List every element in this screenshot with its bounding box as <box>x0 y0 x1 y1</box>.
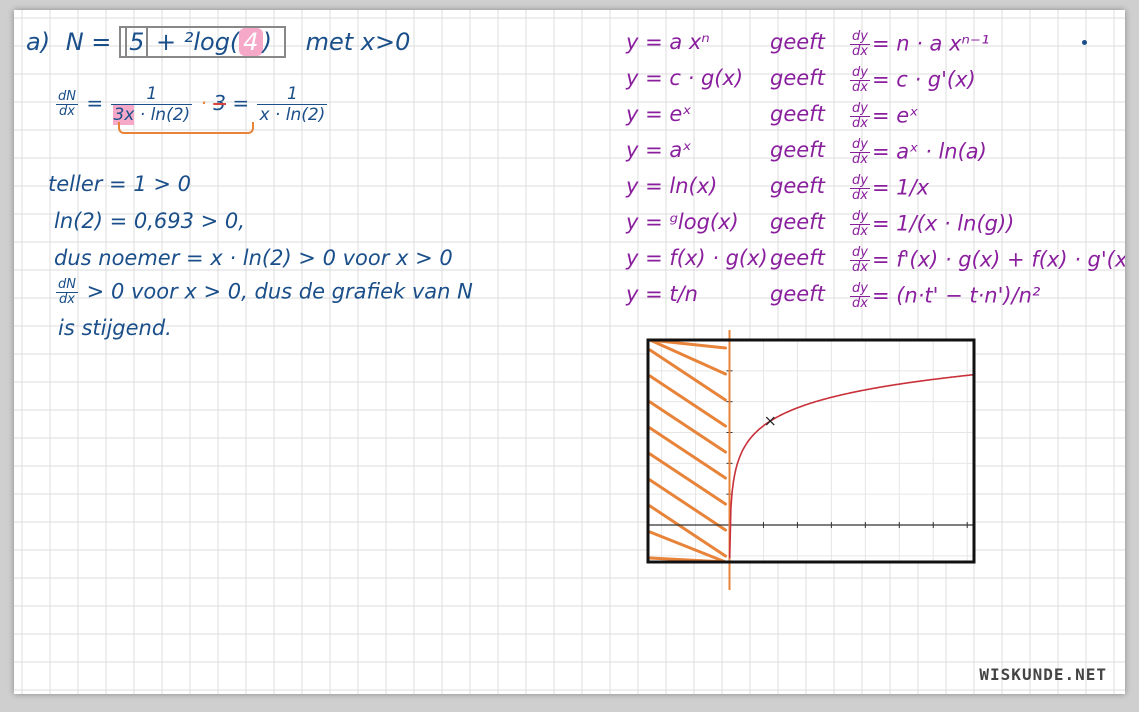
derivative-line: dN dx = 1 3x · ln(2) · 3 = 1 x · ln(2) <box>54 84 329 125</box>
rule-derivative: dy dx = c · g'(x) <box>848 66 976 95</box>
dN-dx-symbol-2: dN dx <box>56 277 78 307</box>
rule-row: y = c · g(x) geeft dy dx = c · g'(x) <box>626 66 1116 100</box>
rule-result: = n · a xⁿ⁻¹ <box>871 31 990 56</box>
rule-row: y = aˣ geeft dy dx = aˣ · ln(a) <box>626 138 1116 172</box>
fraction-1: 1 3x · ln(2) <box>111 84 193 125</box>
equals-1: = <box>86 91 104 115</box>
dN-dx-symbol: dN dx <box>56 89 78 119</box>
analysis-line-3: dus noemer = x · ln(2) > 0 voor x > 0 <box>54 246 453 270</box>
dy-dx-symbol: dy dx <box>850 137 870 167</box>
rule-function: y = ln(x) <box>626 174 718 198</box>
rule-derivative: dy dx = 1/x <box>848 174 929 203</box>
rule-row: y = eˣ geeft dy dx = eˣ <box>626 102 1116 136</box>
times-dot: · <box>200 91 207 115</box>
graph-of-N <box>646 330 976 590</box>
rule-geeft: geeft <box>770 102 825 126</box>
rule-derivative: dy dx = 1/(x · ln(g)) <box>848 210 1014 239</box>
dot-mark <box>1082 40 1087 45</box>
dy-dx-symbol: dy dx <box>850 65 870 95</box>
rule-geeft: geeft <box>770 138 825 162</box>
rule-function: y = f(x) · g(x) <box>626 246 768 270</box>
dy-dx-symbol: dy dx <box>850 101 870 131</box>
rule-result: = (n·t' − t·n')/n² <box>871 283 1041 308</box>
rule-derivative: dy dx = n · a xⁿ⁻¹ <box>848 30 989 59</box>
domain-condition: met x>0 <box>305 28 411 56</box>
rule-derivative: dy dx = aˣ · ln(a) <box>848 138 987 167</box>
log-argument: 4 <box>239 28 263 56</box>
rule-derivative: dy dx = f'(x) · g(x) + f(x) · g'(x) <box>848 246 1125 275</box>
rule-geeft: geeft <box>770 66 825 90</box>
fraction-2: 1 x · ln(2) <box>257 84 328 125</box>
dy-dx-symbol: dy dx <box>850 245 870 275</box>
derivative-rules-table: y = a xⁿ geeft dy dx = n · a xⁿ⁻¹ y = c · g(x… <box>626 30 1125 320</box>
log-close: ) <box>262 28 272 56</box>
rule-result: = f'(x) · g(x) + f(x) · g'(x) <box>871 247 1125 272</box>
dy-dx-symbol: dy dx <box>850 209 870 239</box>
rule-geeft: geeft <box>770 30 825 54</box>
analysis-line-1: teller = 1 > 0 <box>48 172 191 196</box>
watermark-logo: WISKUNDE.NET <box>979 665 1107 684</box>
equals-2: = <box>232 91 250 115</box>
term-5: 5 <box>125 26 149 58</box>
whiteboard: a) N = 5 + ²log(4) met x>0 dN dx = 1 3x … <box>14 10 1125 694</box>
rule-geeft: geeft <box>770 210 825 234</box>
rule-geeft: geeft <box>770 246 825 270</box>
rule-function: y = ᵍlog(x) <box>626 210 739 234</box>
rule-derivative: dy dx = eˣ <box>848 102 918 131</box>
analysis-line-5: is stijgend. <box>58 316 172 340</box>
rule-result: = eˣ <box>871 103 919 128</box>
rule-geeft: geeft <box>770 174 825 198</box>
log-term: + ²log( <box>155 28 240 56</box>
rule-row: y = f(x) · g(x) geeft dy dx = f'(x) · g(x) +… <box>626 246 1125 280</box>
highlight-box: 5 + ²log(4) <box>119 26 286 58</box>
rule-row: y = t/n geeft dy dx = (n·t' − t·n')/n² <box>626 282 1116 316</box>
rule-derivative: dy dx = (n·t' − t·n')/n² <box>848 282 1040 311</box>
equation-lhs: N = <box>65 28 112 56</box>
part-label: a) <box>26 28 51 56</box>
part-a-equation: a) N = 5 + ²log(4) met x>0 <box>26 26 411 58</box>
conclusion-text: > 0 voor x > 0, dus de grafiek van N <box>86 279 473 304</box>
rule-function: y = a xⁿ <box>626 30 710 54</box>
rule-result: = 1/(x · ln(g)) <box>871 211 1015 236</box>
rule-row: y = ᵍlog(x) geeft dy dx = 1/(x · ln(g)) <box>626 210 1116 244</box>
rule-function: y = aˣ <box>626 138 692 162</box>
rule-result: = c · g'(x) <box>871 67 976 92</box>
rule-function: y = c · g(x) <box>626 66 744 90</box>
rule-geeft: geeft <box>770 282 825 306</box>
rule-row: y = a xⁿ geeft dy dx = n · a xⁿ⁻¹ <box>626 30 1116 64</box>
rule-function: y = t/n <box>626 282 698 306</box>
rule-result: = aˣ · ln(a) <box>871 139 987 164</box>
cancelled-3: 3 <box>213 91 226 115</box>
graph-background <box>648 340 974 562</box>
analysis-line-2: ln(2) = 0,693 > 0, <box>54 209 245 233</box>
analysis-line-4: dN dx > 0 voor x > 0, dus de grafiek van… <box>54 278 473 307</box>
rule-function: y = eˣ <box>626 102 692 126</box>
dy-dx-symbol: dy dx <box>850 29 870 59</box>
cancel-bracket <box>118 122 254 134</box>
dy-dx-symbol: dy dx <box>850 173 870 203</box>
rule-result: = 1/x <box>871 175 930 200</box>
rule-row: y = ln(x) geeft dy dx = 1/x <box>626 174 1116 208</box>
dy-dx-symbol: dy dx <box>850 281 870 311</box>
